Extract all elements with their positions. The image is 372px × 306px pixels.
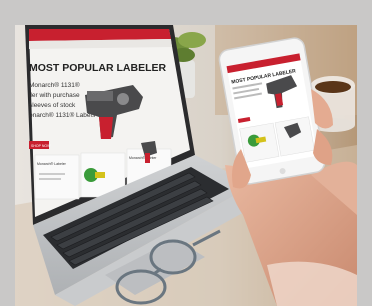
product-card-1[interactable]: Monarch® Labeler xyxy=(34,154,80,200)
laptop-body-line-1: Monarch® 1131® xyxy=(29,81,80,89)
laptop-body-line-2: ller with purchase xyxy=(29,92,80,99)
product-photo: MOST POPULAR LABELER Monarch® 1131® ller… xyxy=(15,25,357,306)
photo-frame: MOST POPULAR LABELER Monarch® 1131® ller… xyxy=(0,0,372,306)
shop-now-button-label: SHOP NOW xyxy=(31,144,51,148)
product-card-3-title: Monarch® Printer xyxy=(129,156,157,160)
laptop-body-line-4: onarch® 1131® Labels xyxy=(29,111,96,119)
laptop-nav-bar xyxy=(29,29,171,41)
laptop-body-line-3: sleeves of stock xyxy=(29,102,76,109)
laptop-headline: MOST POPULAR LABELER xyxy=(29,62,167,74)
product-card-1-title: Monarch® Labeler xyxy=(37,162,67,166)
photo-illustration: MOST POPULAR LABELER Monarch® 1131® ller… xyxy=(15,25,357,306)
